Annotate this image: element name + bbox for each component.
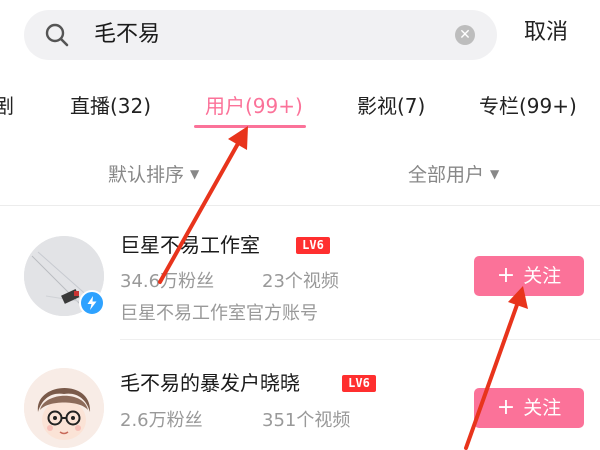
active-tab-indicator xyxy=(194,125,306,128)
tab-drama[interactable]: 剧 xyxy=(0,92,14,120)
follow-button[interactable]: + 关注 xyxy=(474,388,584,428)
tab-live[interactable]: 直播(32) xyxy=(70,92,151,120)
user-name[interactable]: 巨星不易工作室 xyxy=(120,231,260,259)
divider xyxy=(0,205,600,206)
scope-dropdown[interactable]: 全部用户 ▼ xyxy=(408,160,499,189)
chevron-down-icon: ▼ xyxy=(490,167,500,181)
sort-label: 默认排序 xyxy=(108,164,185,186)
verified-badge xyxy=(79,290,105,316)
tab-movies[interactable]: 影视(7) xyxy=(357,92,425,120)
user-description: 巨星不易工作室官方账号 xyxy=(120,303,318,324)
tab-columns[interactable]: 专栏(99+) xyxy=(479,92,577,120)
result-tabs: 剧 直播(32) 用户(99+) 影视(7) 专栏(99+) xyxy=(0,78,600,138)
video-count: 351个视频 xyxy=(262,410,351,431)
follow-label: 关注 xyxy=(523,397,562,419)
clear-icon[interactable]: ✕ xyxy=(455,25,475,45)
search-query[interactable]: 毛不易 xyxy=(94,20,160,50)
follow-label: 关注 xyxy=(523,265,562,287)
plus-icon: + xyxy=(496,395,516,420)
tab-users[interactable]: 用户(99+) xyxy=(205,92,303,120)
follow-button[interactable]: + 关注 xyxy=(474,256,584,296)
user-name[interactable]: 毛不易的暴发户晓晓 xyxy=(120,369,300,397)
search-icon xyxy=(44,22,70,48)
sort-dropdown[interactable]: 默认排序 ▼ xyxy=(108,160,199,189)
video-count: 23个视频 xyxy=(262,271,339,292)
chevron-down-icon: ▼ xyxy=(190,167,200,181)
plus-icon: + xyxy=(496,263,516,288)
divider xyxy=(120,339,600,340)
scope-label: 全部用户 xyxy=(408,164,485,186)
filter-bar: 默认排序 ▼ 全部用户 ▼ xyxy=(0,150,600,200)
avatar[interactable] xyxy=(24,368,104,448)
cancel-button[interactable]: 取消 xyxy=(524,18,568,48)
follower-count: 34.6万粉丝 xyxy=(120,271,215,292)
lightning-icon xyxy=(87,296,97,310)
level-badge: LV6 xyxy=(296,237,330,254)
search-input[interactable]: 毛不易 ✕ xyxy=(24,10,497,60)
level-badge: LV6 xyxy=(342,375,376,392)
follower-count: 2.6万粉丝 xyxy=(120,410,203,431)
